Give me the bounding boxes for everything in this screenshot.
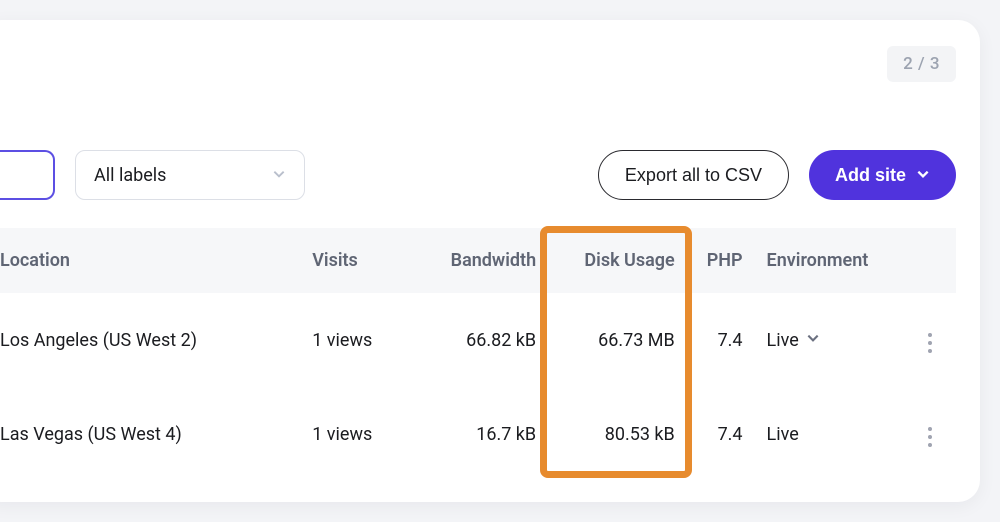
cell-environment[interactable]: Live <box>755 293 905 387</box>
cell-environment: Live <box>755 387 905 481</box>
kebab-menu-icon[interactable] <box>922 421 939 454</box>
cell-php: 7.4 <box>693 387 755 481</box>
table-row: Las Vegas (US West 4) 1 views 16.7 kB 80… <box>0 387 956 481</box>
sites-table: Location Visits Bandwidth Disk Usage PHP… <box>0 228 956 481</box>
env-label: Live <box>767 424 799 445</box>
table-row: Los Angeles (US West 2) 1 views 66.82 kB… <box>0 293 956 387</box>
header-php[interactable]: PHP <box>693 228 755 293</box>
search-input-partial[interactable] <box>0 150 55 200</box>
kebab-menu-icon[interactable] <box>922 327 939 360</box>
cell-visits: 1 views <box>300 387 414 481</box>
toolbar: All labels Export all to CSV Add site <box>0 150 956 200</box>
header-bandwidth[interactable]: Bandwidth <box>414 228 548 293</box>
add-site-label: Add site <box>835 165 906 186</box>
header-location[interactable]: Location <box>0 228 300 293</box>
cell-disk-usage: 80.53 kB <box>548 387 693 481</box>
cell-php: 7.4 <box>693 293 755 387</box>
main-card: 2 / 3 All labels Export all to CSV Add s… <box>0 20 980 502</box>
cell-location: Las Vegas (US West 4) <box>0 387 300 481</box>
header-visits[interactable]: Visits <box>300 228 414 293</box>
sites-table-container: Location Visits Bandwidth Disk Usage PHP… <box>0 228 956 481</box>
cell-bandwidth: 16.7 kB <box>414 387 548 481</box>
chevron-down-icon <box>916 167 930 184</box>
table-header-row: Location Visits Bandwidth Disk Usage PHP… <box>0 228 956 293</box>
cell-disk-usage: 66.73 MB <box>548 293 693 387</box>
header-actions <box>904 228 956 293</box>
cell-bandwidth: 66.82 kB <box>414 293 548 387</box>
pagination-indicator: 2 / 3 <box>887 46 956 82</box>
header-disk-usage[interactable]: Disk Usage <box>548 228 693 293</box>
env-label: Live <box>767 330 799 351</box>
labels-filter-select[interactable]: All labels <box>75 150 305 200</box>
header-environment[interactable]: Environment <box>755 228 905 293</box>
cell-visits: 1 views <box>300 293 414 387</box>
export-csv-button[interactable]: Export all to CSV <box>598 150 789 200</box>
chevron-down-icon <box>806 331 820 349</box>
add-site-button[interactable]: Add site <box>809 150 956 200</box>
chevron-down-icon <box>272 165 286 186</box>
export-csv-label: Export all to CSV <box>625 165 762 186</box>
labels-filter-text: All labels <box>94 165 166 186</box>
cell-location: Los Angeles (US West 2) <box>0 293 300 387</box>
